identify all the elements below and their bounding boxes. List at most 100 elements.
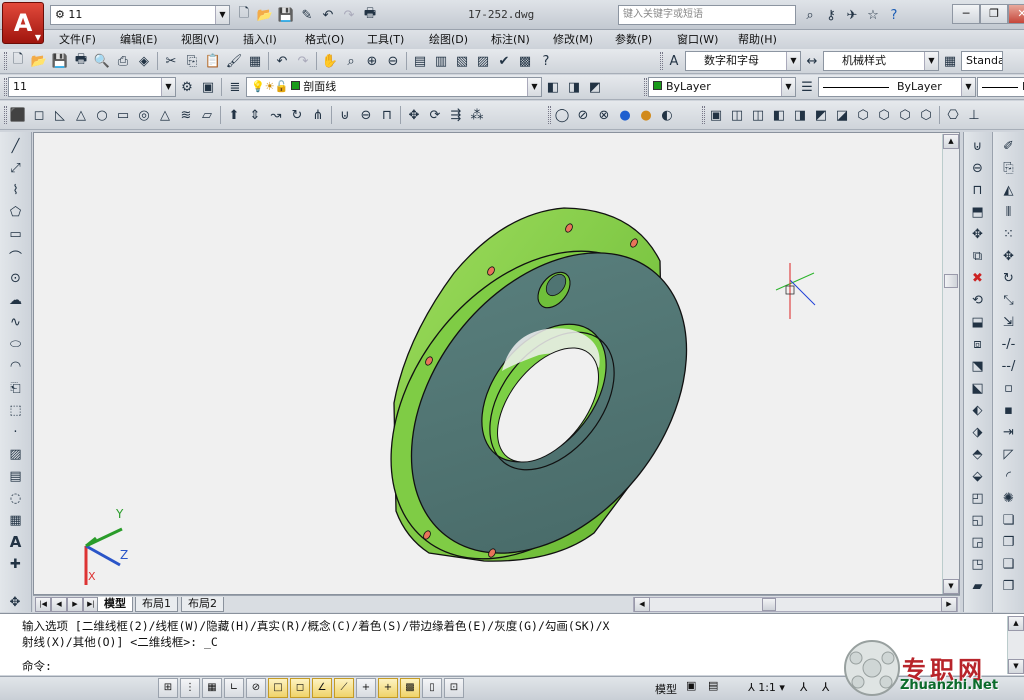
open-icon[interactable]: 📂 bbox=[29, 51, 49, 71]
tab-layout2[interactable]: 布局2 bbox=[181, 597, 224, 612]
text-style-icon[interactable]: A bbox=[664, 51, 684, 71]
properties-icon[interactable]: ▤ bbox=[410, 51, 430, 71]
ellipse-arc-icon[interactable]: ◠ bbox=[6, 356, 26, 376]
table-style-select[interactable]: Standa bbox=[961, 51, 1003, 71]
separate-icon[interactable]: ⬙ bbox=[968, 466, 988, 486]
fillet-icon[interactable]: ◜ bbox=[999, 466, 1019, 486]
text-style-select[interactable]: 数字和字母 ▼ bbox=[685, 51, 801, 71]
color-edges-icon[interactable]: ⬖ bbox=[968, 400, 988, 420]
box-icon[interactable]: ◻ bbox=[29, 105, 49, 125]
extend-icon[interactable]: --/ bbox=[999, 356, 1019, 376]
union-icon[interactable]: ⊍ bbox=[335, 105, 355, 125]
undo-icon[interactable]: ↶ bbox=[272, 51, 292, 71]
extrude-faces-icon[interactable]: ⬒ bbox=[968, 202, 988, 222]
top-view-icon[interactable]: ◫ bbox=[727, 105, 747, 125]
lineweight-select[interactable]: B bbox=[977, 77, 1024, 97]
menu-view[interactable]: 视图(V) bbox=[178, 31, 222, 48]
help-icon[interactable]: ? bbox=[536, 51, 556, 71]
join-icon[interactable]: ⇥ bbox=[999, 422, 1019, 442]
realistic-icon[interactable]: ● bbox=[615, 105, 635, 125]
satellite-icon[interactable]: ✈ bbox=[842, 5, 862, 25]
application-menu-button[interactable]: A ▼ bbox=[2, 2, 44, 44]
grid-display-icon[interactable]: ▦ bbox=[202, 678, 222, 698]
restore-button[interactable]: ❐ bbox=[980, 4, 1008, 24]
rectangle-icon[interactable]: ▭ bbox=[6, 224, 26, 244]
menu-dimension[interactable]: 标注(N) bbox=[488, 31, 533, 48]
right-view-icon[interactable]: ◨ bbox=[790, 105, 810, 125]
ortho-mode-icon[interactable]: ∟ bbox=[224, 678, 244, 698]
annotation-scale[interactable]: ⅄ 1:1 ▾ bbox=[748, 681, 785, 694]
intersect-icon[interactable]: ⊓ bbox=[377, 105, 397, 125]
horizontal-scrollbar[interactable]: ◀ ▶ bbox=[633, 597, 958, 612]
navigate-icon[interactable]: ✥ bbox=[5, 592, 25, 612]
extrude-icon[interactable]: ⬆ bbox=[224, 105, 244, 125]
hscroll-thumb[interactable] bbox=[762, 598, 776, 611]
back-view-icon[interactable]: ◪ bbox=[832, 105, 852, 125]
scroll-up-button[interactable]: ▲ bbox=[1008, 616, 1024, 631]
color-faces-icon[interactable]: ⬔ bbox=[968, 356, 988, 376]
gradient-icon[interactable]: ▤ bbox=[6, 466, 26, 486]
revolve-icon[interactable]: ↻ bbox=[287, 105, 307, 125]
construction-line-icon[interactable]: ⤢ bbox=[6, 158, 26, 178]
layer-match-icon[interactable]: ◨ bbox=[564, 77, 584, 97]
menu-edit[interactable]: 编辑(E) bbox=[117, 31, 161, 48]
drawing-viewport[interactable]: Y Z X bbox=[33, 132, 960, 595]
make-block-icon[interactable]: ⬚ bbox=[6, 400, 26, 420]
rotate-icon[interactable]: ↻ bbox=[999, 268, 1019, 288]
linetype-select[interactable]: ByLayer ▼ bbox=[818, 77, 976, 97]
close-button[interactable]: ✕ bbox=[1008, 4, 1024, 24]
pyramid-icon[interactable]: △ bbox=[155, 105, 175, 125]
cylinder-icon[interactable]: ▭ bbox=[113, 105, 133, 125]
layer-state-manager-icon[interactable]: ⚙ bbox=[177, 77, 197, 97]
design-center-icon[interactable]: ▥ bbox=[431, 51, 451, 71]
toolbar-grip[interactable] bbox=[4, 106, 7, 124]
infer-constraints-icon[interactable]: ⊞ bbox=[158, 678, 178, 698]
match-properties-icon[interactable]: 🖌 bbox=[224, 51, 244, 71]
conceptual-icon[interactable]: ● bbox=[636, 105, 656, 125]
bottom-view-icon[interactable]: ◫ bbox=[748, 105, 768, 125]
qnew-icon[interactable]: 🗋 bbox=[8, 51, 28, 71]
calculator-icon[interactable]: ▩ bbox=[515, 51, 535, 71]
break-at-point-icon[interactable]: ▫ bbox=[999, 378, 1019, 398]
3d-rotate-icon[interactable]: ⟳ bbox=[425, 105, 445, 125]
polygon-icon[interactable]: ⬠ bbox=[6, 202, 26, 222]
copy-object-icon[interactable]: ⎘ bbox=[999, 158, 1019, 178]
hatch-icon[interactable]: ▨ bbox=[6, 444, 26, 464]
copy-faces-icon[interactable]: ⧈ bbox=[968, 334, 988, 354]
pan-icon[interactable]: ✋ bbox=[320, 51, 340, 71]
block-editor-icon[interactable]: ▦ bbox=[245, 51, 265, 71]
menu-draw[interactable]: 绘图(D) bbox=[426, 31, 471, 48]
menu-help[interactable]: 帮助(H) bbox=[735, 31, 780, 48]
transparency-toggle-icon[interactable]: ▩ bbox=[400, 678, 420, 698]
delete-faces-icon[interactable]: ✖ bbox=[968, 268, 988, 288]
tab-layout1[interactable]: 布局1 bbox=[135, 597, 178, 612]
toolbar-grip[interactable] bbox=[4, 52, 7, 70]
section-icon[interactable]: ◳ bbox=[968, 554, 988, 574]
menu-window[interactable]: 窗口(W) bbox=[674, 31, 721, 48]
zoom-realtime-icon[interactable]: ⌕ bbox=[341, 51, 361, 71]
key-icon[interactable]: ⚷ bbox=[821, 5, 841, 25]
helix-icon[interactable]: ≋ bbox=[176, 105, 196, 125]
preview-icon[interactable]: 🔍 bbox=[92, 51, 112, 71]
planar-surface-icon[interactable]: ▱ bbox=[197, 105, 217, 125]
menu-insert[interactable]: 插入(I) bbox=[240, 31, 280, 48]
wedge-icon[interactable]: ◺ bbox=[50, 105, 70, 125]
arc-icon[interactable]: ⌒ bbox=[6, 246, 26, 266]
group-icon[interactable]: ❒ bbox=[999, 576, 1019, 596]
3dprint-icon[interactable]: ◈ bbox=[134, 51, 154, 71]
cut-icon[interactable]: ✂ bbox=[161, 51, 181, 71]
subtract-icon[interactable]: ⊖ bbox=[968, 158, 988, 178]
3d-hidden-icon[interactable]: ⊗ bbox=[594, 105, 614, 125]
3d-object-snap-icon[interactable]: ◻ bbox=[290, 678, 310, 698]
3d-wireframe-icon[interactable]: ⊘ bbox=[573, 105, 593, 125]
nw-iso-icon[interactable]: ⬡ bbox=[916, 105, 936, 125]
snap-mode-icon[interactable]: ⋮ bbox=[180, 678, 200, 698]
scroll-up-button[interactable]: ▲ bbox=[943, 134, 959, 149]
mirror-icon[interactable]: ◭ bbox=[999, 180, 1019, 200]
tab-model[interactable]: 模型 bbox=[97, 597, 133, 612]
workspace-select[interactable]: ⚙ 11 ▼ bbox=[50, 5, 230, 25]
redo-icon[interactable]: ↷ bbox=[293, 51, 313, 71]
tool-palettes-icon[interactable]: ▧ bbox=[452, 51, 472, 71]
circle-icon[interactable]: ⊙ bbox=[6, 268, 26, 288]
plot-icon[interactable]: 🖶 bbox=[360, 5, 380, 25]
